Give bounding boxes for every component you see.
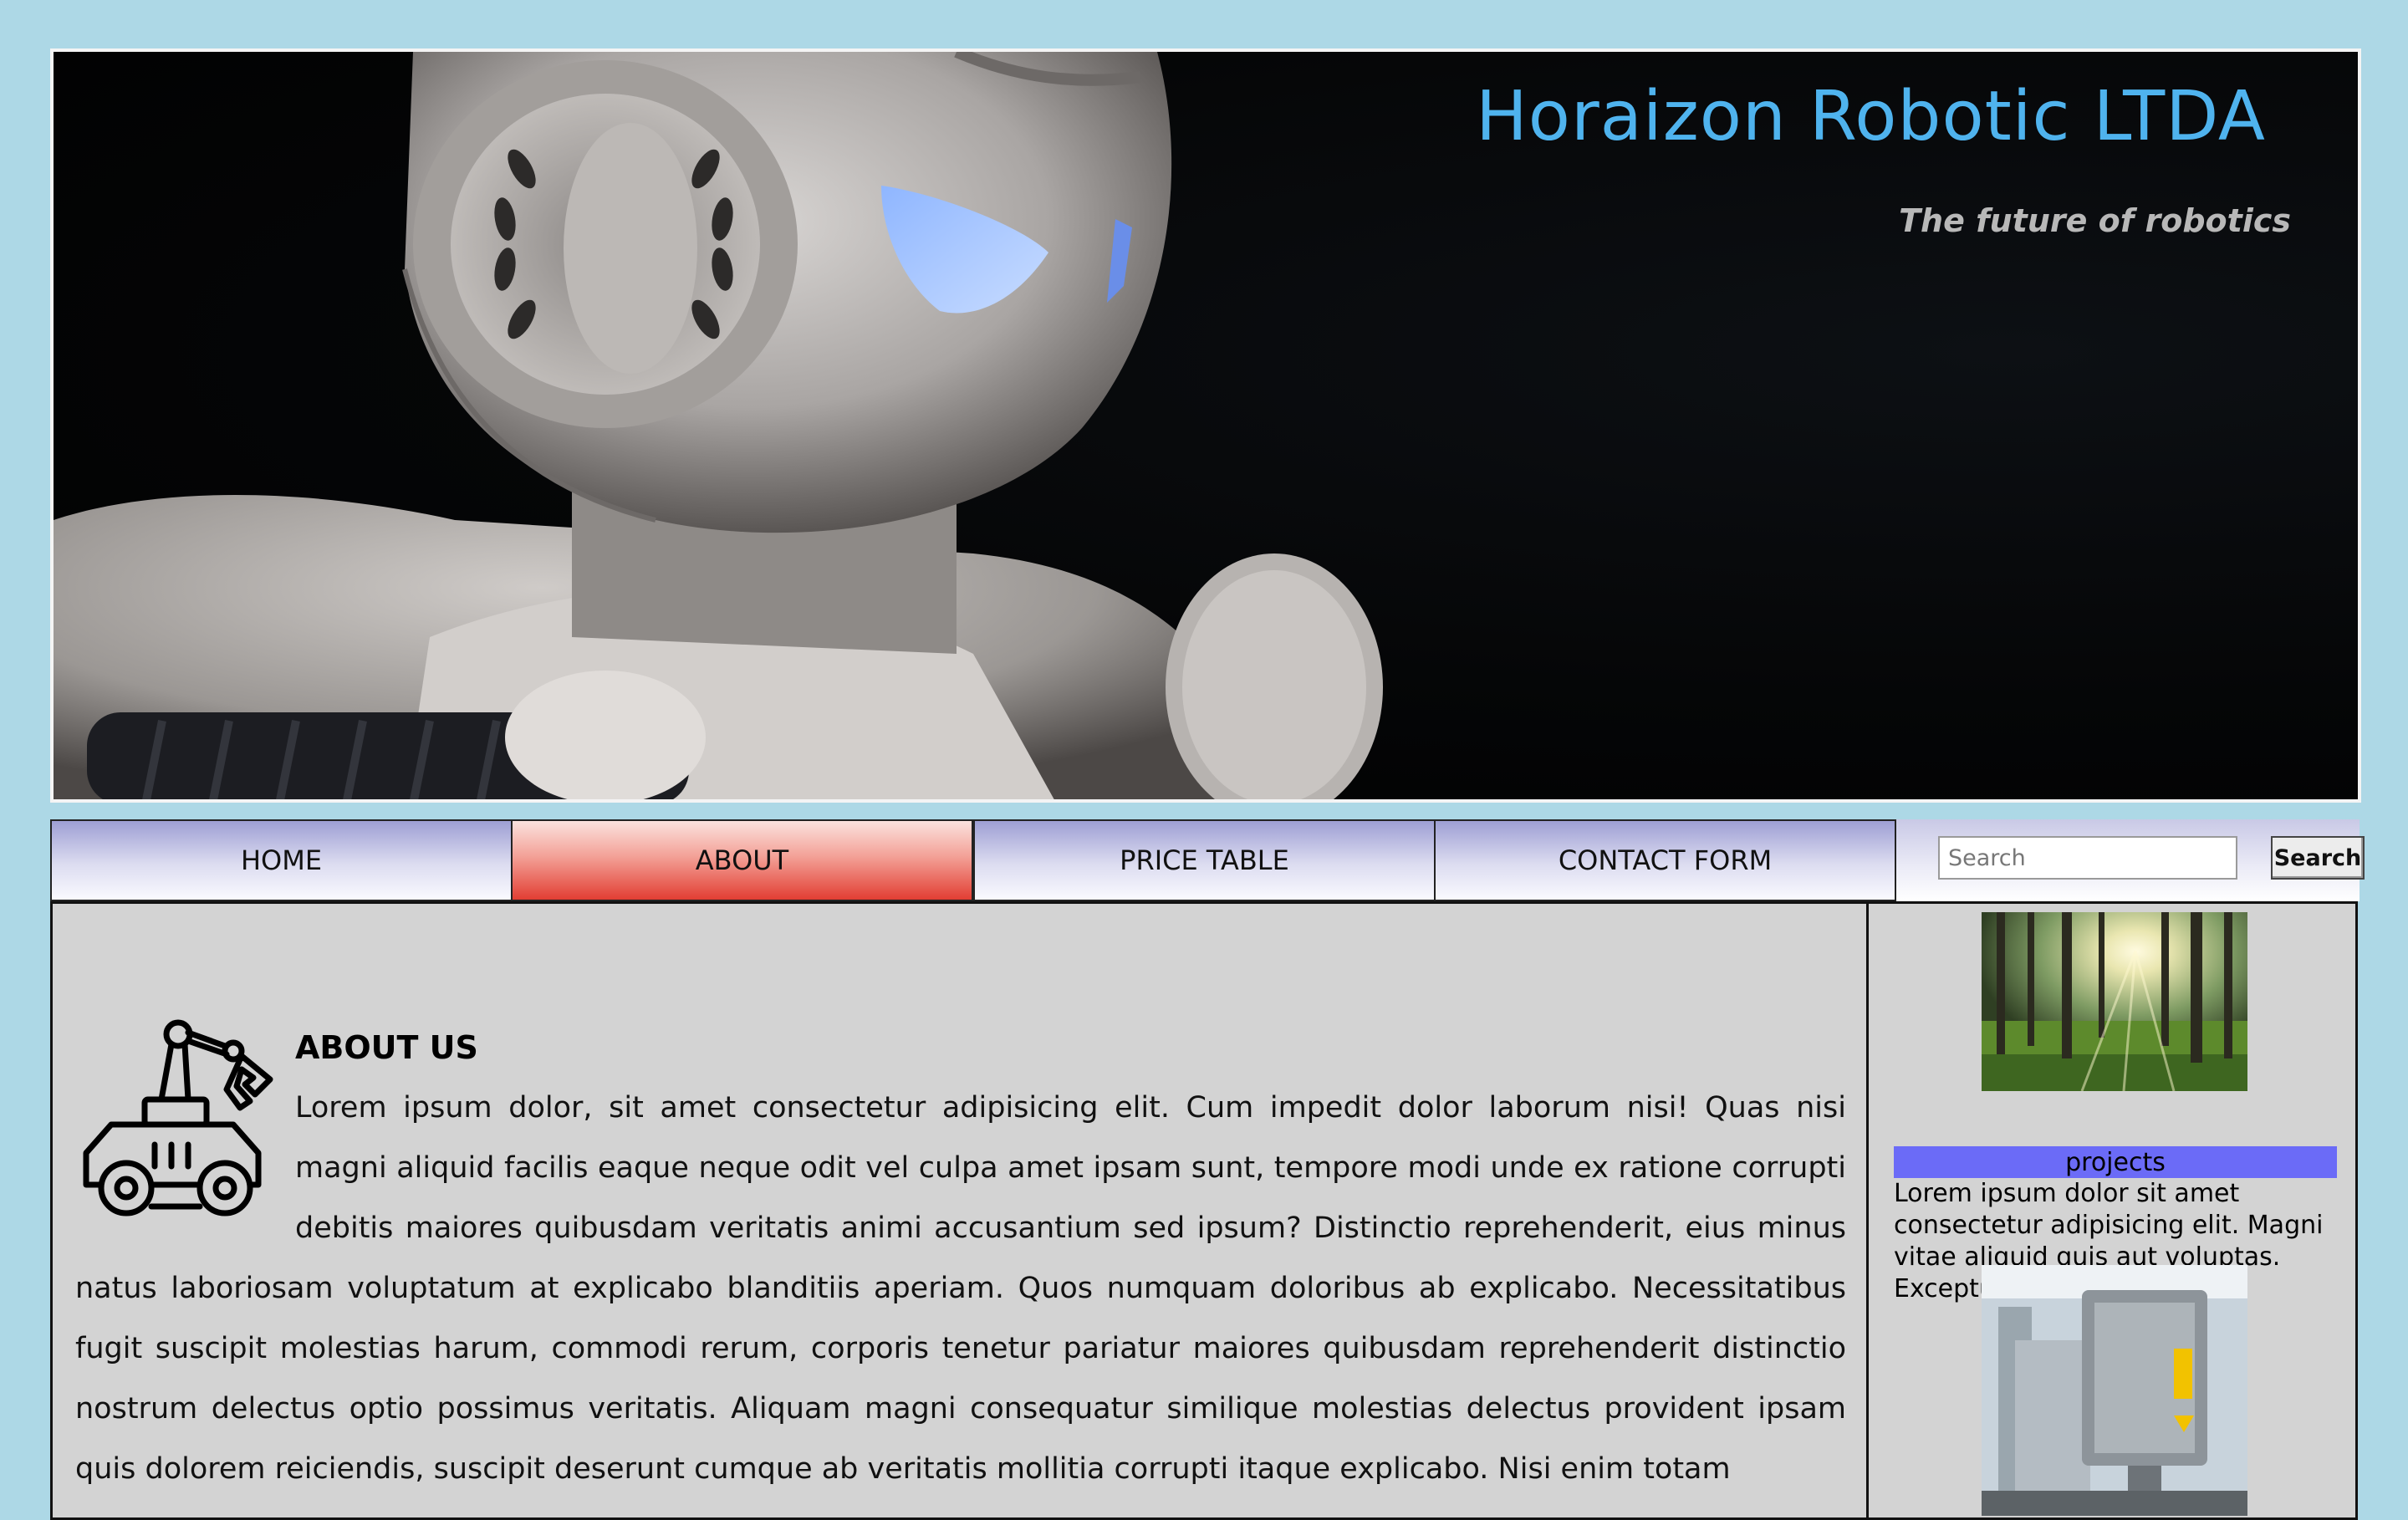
forest-image — [1982, 912, 2247, 1091]
about-section: ABOUT US Lorem ipsum dolor, sit amet con… — [50, 901, 1869, 1520]
projects-label: projects — [1894, 1146, 2337, 1178]
sidebar: projects Lorem ipsum dolor sit amet cons… — [1866, 901, 2358, 1520]
search-input[interactable] — [1938, 836, 2237, 880]
search-bar: Search — [1896, 819, 2365, 901]
main-nav: HOME ABOUT PRICE TABLE CONTACT FORM Sear… — [50, 819, 2365, 901]
nav-contact-form[interactable]: CONTACT FORM — [1434, 819, 1896, 901]
nav-about[interactable]: ABOUT — [511, 819, 973, 901]
about-heading: ABOUT US — [295, 1029, 478, 1066]
nav-price-table[interactable]: PRICE TABLE — [973, 819, 1436, 901]
page-frame: Horaizon Robotic LTDA The future of robo… — [50, 48, 2365, 1520]
cnc-machine-image — [1982, 1265, 2247, 1516]
header-banner: Horaizon Robotic LTDA The future of robo… — [50, 48, 2361, 803]
about-body-text: Lorem ipsum dolor, sit amet consectetur … — [75, 1091, 1846, 1486]
site-title: Horaizon Robotic LTDA — [1476, 77, 2266, 156]
search-button[interactable]: Search — [2271, 836, 2365, 880]
robot-banner-image — [54, 52, 1383, 799]
nav-home[interactable]: HOME — [50, 819, 513, 901]
site-tagline: The future of robotics — [1899, 202, 2291, 239]
